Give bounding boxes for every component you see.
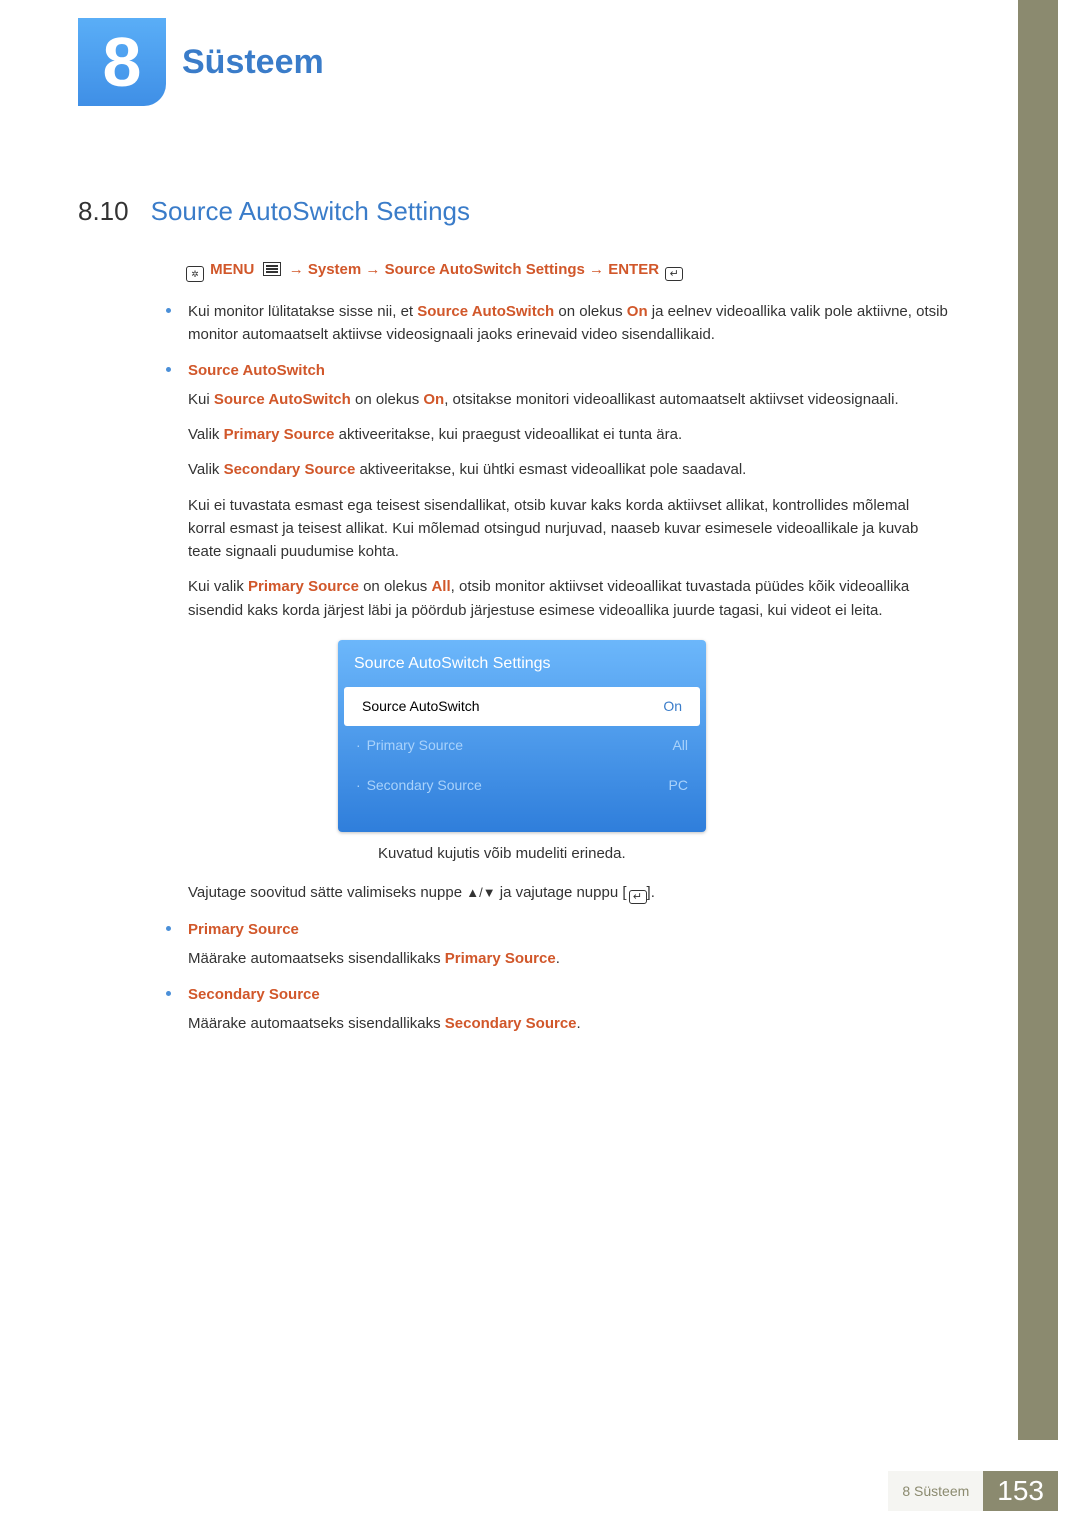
- text: on olekus: [554, 303, 627, 320]
- side-bar: [1018, 0, 1058, 1440]
- osd-value: All: [672, 735, 688, 757]
- bc-arrow: →: [589, 261, 604, 278]
- list-item: Kui monitor lülitatakse sisse nii, et So…: [166, 300, 948, 347]
- section-title: Source AutoSwitch Settings: [151, 196, 470, 227]
- instruction: Vajutage soovitud sätte valimiseks nuppe…: [188, 881, 948, 904]
- bc-target: Source AutoSwitch Settings: [385, 261, 585, 278]
- para: Kui Source AutoSwitch on olekus On, otsi…: [188, 388, 948, 411]
- osd-row: · Primary Source All: [338, 726, 706, 766]
- nav-path: ✲ MENU → System → Source AutoSwitch Sett…: [186, 258, 948, 282]
- list-item: Secondary Source Määrake automaatseks si…: [166, 983, 948, 1036]
- text: aktiveeritakse, kui praegust videoallika…: [334, 426, 682, 443]
- hl: Source AutoSwitch: [214, 391, 351, 408]
- content-area: ✲ MENU → System → Source AutoSwitch Sett…: [78, 258, 948, 1047]
- arrow-up-down-icon: ▲/▼: [466, 885, 495, 900]
- text: Valik: [188, 461, 224, 478]
- chapter-title: Süsteem: [182, 43, 324, 82]
- chapter-number: 8: [103, 22, 142, 102]
- text: Kui: [188, 391, 214, 408]
- enter-icon: ↵: [665, 267, 683, 281]
- osd-value: PC: [669, 775, 688, 797]
- para: Määrake automaatseks sisendallikaks Prim…: [188, 947, 948, 970]
- hl: Primary Source: [224, 426, 335, 443]
- text: Kui valik: [188, 578, 248, 595]
- remote-icon: ✲: [186, 266, 204, 282]
- bc-arrow: →: [289, 261, 304, 278]
- text: Määrake automaatseks sisendallikaks: [188, 1015, 445, 1032]
- chapter-tab: 8: [78, 18, 166, 106]
- enter-icon: ↵: [629, 890, 647, 904]
- osd-label: · Primary Source: [356, 735, 463, 757]
- hl: Source AutoSwitch: [417, 303, 554, 320]
- text: aktiveeritakse, kui ühtki esmast videoal…: [355, 461, 746, 478]
- subhead-primary-source: Primary Source: [188, 918, 948, 941]
- para: Kui ei tuvastata esmast ega teisest sise…: [188, 494, 948, 564]
- footer-label: 8 Süsteem: [888, 1471, 983, 1511]
- osd-panel: Source AutoSwitch Settings Source AutoSw…: [338, 640, 706, 832]
- para: Määrake automaatseks sisendallikaks Seco…: [188, 1012, 948, 1035]
- hl: On: [423, 391, 444, 408]
- text: Vajutage soovitud sätte valimiseks nuppe: [188, 884, 466, 901]
- osd-row: · Secondary Source PC: [338, 766, 706, 806]
- list-item: Source AutoSwitch Kui Source AutoSwitch …: [166, 359, 948, 905]
- bc-arrow: →: [365, 261, 380, 278]
- osd-label: Source AutoSwitch: [362, 696, 480, 718]
- menu-icon: [263, 262, 281, 276]
- text: Määrake automaatseks sisendallikaks: [188, 950, 445, 967]
- hl: On: [627, 303, 648, 320]
- list-item: Primary Source Määrake automaatseks sise…: [166, 918, 948, 971]
- text: Valik: [188, 426, 224, 443]
- hl: Primary Source: [445, 950, 556, 967]
- text: on olekus: [351, 391, 424, 408]
- para: Valik Primary Source aktiveeritakse, kui…: [188, 423, 948, 446]
- chapter-header: 8 Süsteem: [78, 18, 324, 106]
- osd-label: · Secondary Source: [356, 775, 482, 797]
- hl: Secondary Source: [445, 1015, 577, 1032]
- bc-enter: ENTER: [608, 261, 659, 278]
- text: ja vajutage nuppu: [496, 884, 623, 901]
- text: , otsitakse monitori videoallikast autom…: [444, 391, 898, 408]
- para: Valik Secondary Source aktiveeritakse, k…: [188, 458, 948, 481]
- text: on olekus: [359, 578, 432, 595]
- text: .: [556, 950, 560, 967]
- osd-row-selected: Source AutoSwitch On: [344, 687, 700, 727]
- text: Kui monitor lülitatakse sisse nii, et: [188, 303, 417, 320]
- bc-system: System: [308, 261, 361, 278]
- text: .: [651, 884, 655, 901]
- hl: All: [431, 578, 450, 595]
- text: .: [577, 1015, 581, 1032]
- section-number: 8.10: [78, 196, 129, 227]
- subhead-source-autoswitch: Source AutoSwitch: [188, 359, 948, 382]
- osd-caption: Kuvatud kujutis võib mudeliti erineda.: [378, 842, 948, 865]
- footer: 8 Süsteem 153: [888, 1471, 1058, 1511]
- hl: Secondary Source: [224, 461, 356, 478]
- page-number: 153: [983, 1471, 1058, 1511]
- osd-value: On: [663, 696, 682, 718]
- bc-menu: MENU: [210, 261, 254, 278]
- osd-title: Source AutoSwitch Settings: [338, 640, 706, 687]
- para: Kui valik Primary Source on olekus All, …: [188, 575, 948, 622]
- section-header: 8.10 Source AutoSwitch Settings: [78, 196, 470, 227]
- subhead-secondary-source: Secondary Source: [188, 983, 948, 1006]
- hl: Primary Source: [248, 578, 359, 595]
